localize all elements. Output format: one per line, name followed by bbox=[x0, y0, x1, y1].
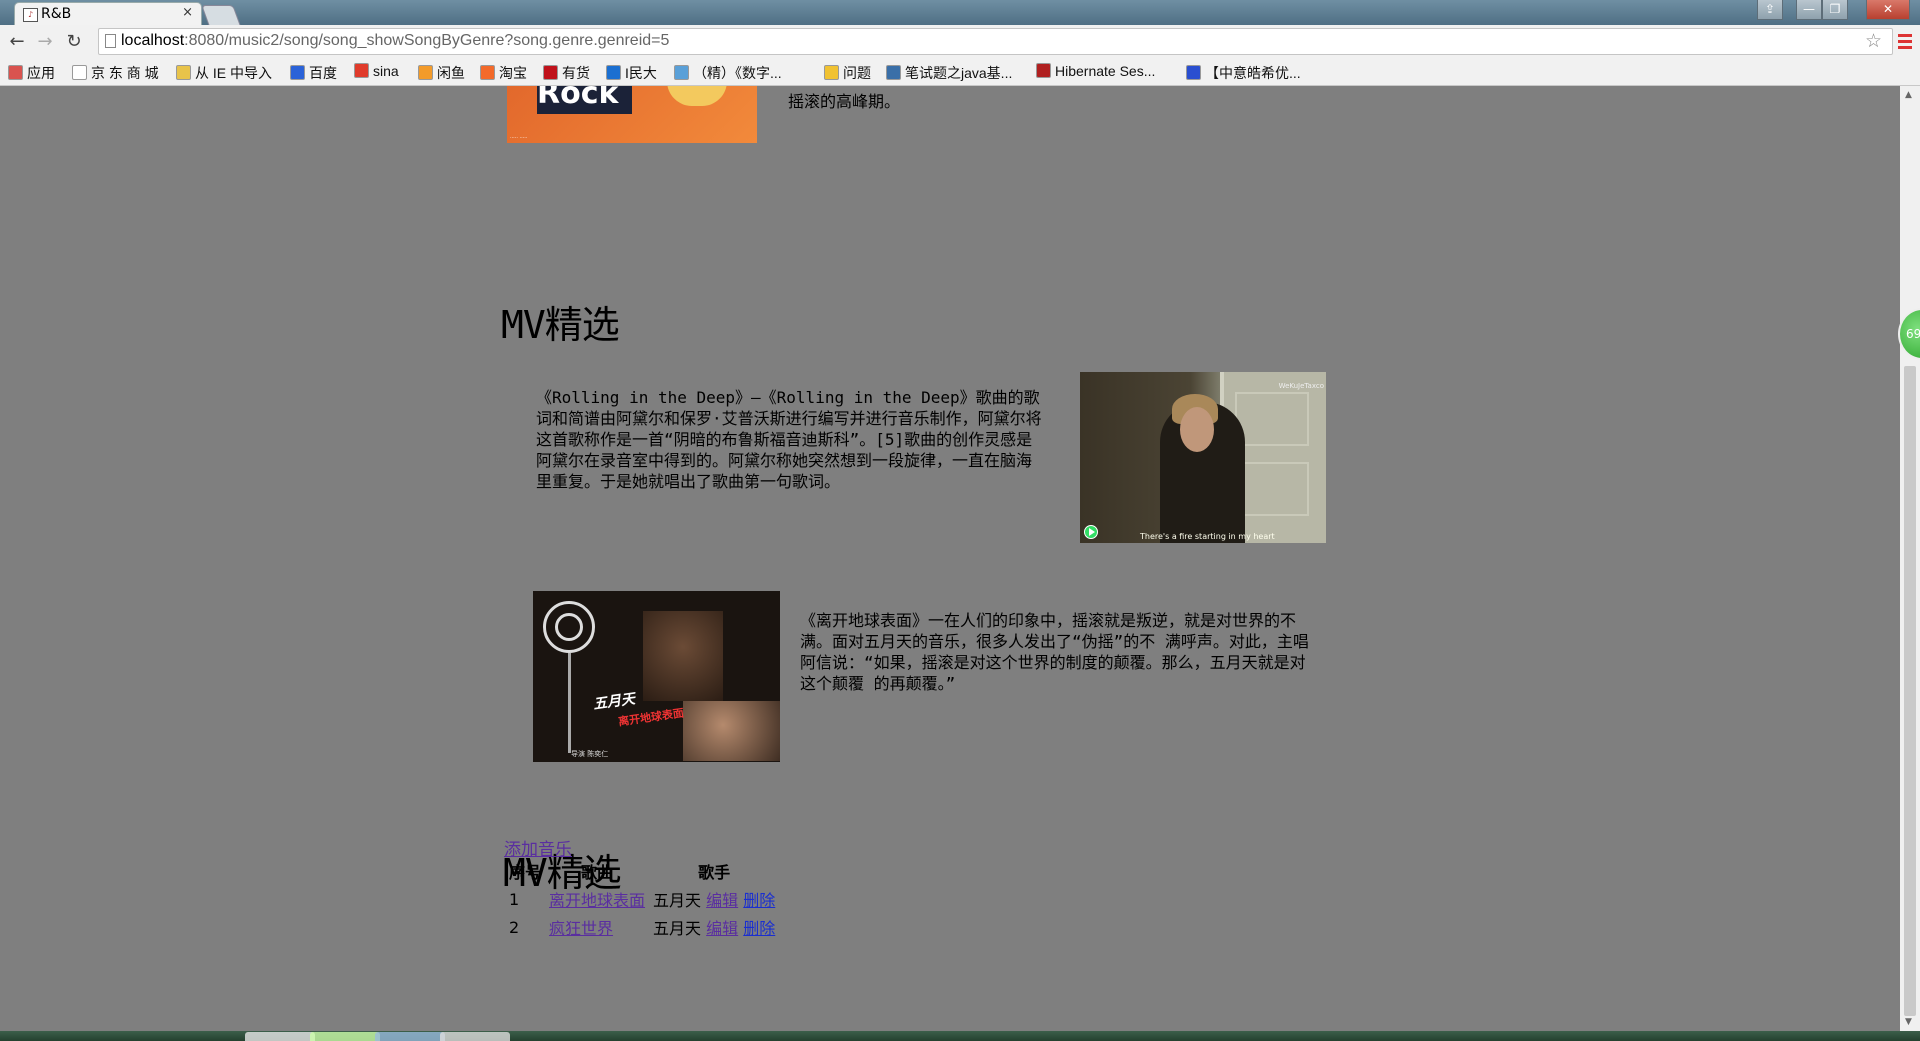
reload-icon[interactable]: ↻ bbox=[63, 31, 85, 53]
bookmark-star-icon[interactable]: ☆ bbox=[1865, 30, 1882, 52]
tab-title: R&B bbox=[41, 6, 72, 22]
bookmark-item[interactable]: 问题 bbox=[824, 63, 871, 83]
os-taskbar bbox=[0, 1031, 1920, 1041]
bookmark-item[interactable]: Hibernate Ses... bbox=[1036, 63, 1155, 79]
delete-link[interactable]: 删除 bbox=[743, 891, 775, 910]
xianyu-icon bbox=[418, 65, 433, 80]
bookmark-item[interactable]: 应用 bbox=[8, 63, 55, 83]
apps-icon bbox=[8, 65, 23, 80]
back-arrow-icon[interactable]: ← bbox=[6, 31, 28, 53]
bookmark-label: 京 东 商 城 bbox=[91, 65, 159, 81]
folder-icon bbox=[176, 65, 191, 80]
bookmark-item[interactable]: I民大 bbox=[606, 63, 657, 83]
bookmark-item[interactable]: sina bbox=[354, 63, 399, 79]
table-row: 1 离开地球表面 五月天 编辑 删除 bbox=[506, 886, 778, 912]
bookmarks-bar: 应用 京 东 商 城 从 IE 中导入 百度 sina 闲鱼 淘宝 有货 I民大 （精）《数字..… bbox=[0, 59, 1920, 86]
tab-rnb[interactable]: ♪ R&B × bbox=[14, 2, 202, 25]
rock-poster-image: Rock ····· ····· bbox=[507, 86, 757, 143]
bookmark-item[interactable]: 笔试题之java基... bbox=[886, 63, 1012, 83]
bookmark-label: 应用 bbox=[27, 65, 55, 81]
section-title-mv: MV精选 bbox=[501, 303, 620, 347]
info-icon bbox=[606, 65, 621, 80]
forward-arrow-icon[interactable]: → bbox=[34, 31, 56, 53]
play-icon[interactable] bbox=[1084, 525, 1098, 539]
bookmark-item[interactable]: 有货 bbox=[543, 63, 590, 83]
bookmark-label: 【中意皓希优... bbox=[1205, 65, 1301, 81]
col-header-song: 歌曲 bbox=[581, 863, 614, 882]
window-titlebar: ♪ R&B × ⇪ — ❐ ✕ bbox=[0, 0, 1920, 26]
col-header-no: 序号 bbox=[509, 863, 542, 882]
row-no: 2 bbox=[509, 917, 520, 937]
table-row: 2 疯狂世界 五月天 编辑 删除 bbox=[506, 914, 778, 940]
bookmark-label: sina bbox=[373, 63, 399, 79]
bookmark-label: 有货 bbox=[562, 65, 590, 81]
url-text: localhost:8080/music2/song/song_showSong… bbox=[121, 32, 670, 49]
song-link[interactable]: 离开地球表面 bbox=[549, 891, 645, 910]
page-content: Rock ····· ····· 摇滚的高峰期。 MV精选 《Rolling i… bbox=[0, 86, 1900, 1031]
song-link[interactable]: 疯狂世界 bbox=[549, 919, 613, 938]
new-tab-button[interactable] bbox=[201, 5, 241, 26]
scroll-up-icon[interactable]: ▲ bbox=[1905, 90, 1912, 100]
hibernate-icon bbox=[1036, 63, 1051, 78]
baidu-icon bbox=[290, 65, 305, 80]
delete-link[interactable]: 删除 bbox=[743, 919, 775, 938]
question-icon bbox=[824, 65, 839, 80]
singer-name: 五月天 bbox=[653, 919, 702, 938]
page-icon bbox=[105, 34, 116, 48]
bookmark-label: （精）《数字... bbox=[693, 65, 782, 81]
scrollbar-thumb[interactable] bbox=[1904, 366, 1916, 1016]
bookmark-label: I民大 bbox=[625, 65, 657, 81]
bookmark-item[interactable]: 闲鱼 bbox=[418, 63, 465, 83]
yohobuy-icon bbox=[543, 65, 558, 80]
mv1-description: 《Rolling in the Deep》—《Rolling in the De… bbox=[536, 388, 1042, 491]
minimize-button[interactable]: — bbox=[1796, 0, 1822, 20]
bookmark-label: 从 IE 中导入 bbox=[195, 65, 273, 81]
weibo-icon bbox=[354, 63, 369, 78]
address-bar[interactable]: localhost:8080/music2/song/song_showSong… bbox=[98, 28, 1893, 55]
paw-icon bbox=[1186, 65, 1201, 80]
bookmark-item[interactable]: （精）《数字... bbox=[674, 63, 782, 83]
song-table: 序号 歌曲 歌手 1 离开地球表面 五月天 编辑 删除 2 疯狂世界 五月天 编… bbox=[504, 856, 780, 942]
bookmark-item[interactable]: 从 IE 中导入 bbox=[176, 63, 272, 83]
page-favicon-icon: ♪ bbox=[23, 8, 38, 22]
maximize-button[interactable]: ❐ bbox=[1822, 0, 1848, 20]
doc-icon bbox=[674, 65, 689, 80]
edit-link[interactable]: 编辑 bbox=[706, 919, 738, 938]
browser-menu-icon[interactable] bbox=[1898, 31, 1912, 53]
bookmark-item[interactable]: 京 东 商 城 bbox=[72, 63, 159, 83]
rock-description: 摇滚的高峰期。 bbox=[788, 92, 901, 111]
edit-link[interactable]: 编辑 bbox=[706, 891, 738, 910]
bookmark-item[interactable]: 百度 bbox=[290, 63, 337, 83]
vertical-scrollbar[interactable]: ▲ ▼ bbox=[1900, 86, 1920, 1031]
singer-name: 五月天 bbox=[653, 891, 702, 910]
compass-icon bbox=[886, 65, 901, 80]
bookmark-label: 闲鱼 bbox=[437, 65, 465, 81]
tab-close-icon[interactable]: × bbox=[182, 5, 193, 20]
mv2-description: 《离开地球表面》一在人们的印象中，摇滚就是叛逆，就是对世界的不满。面对五月天的音… bbox=[800, 611, 1309, 693]
scroll-down-icon[interactable]: ▼ bbox=[1905, 1017, 1912, 1027]
col-header-singer: 歌手 bbox=[698, 863, 731, 882]
bookmark-label: 百度 bbox=[309, 65, 337, 81]
user-icon[interactable]: ⇪ bbox=[1757, 0, 1783, 20]
bookmark-label: 问题 bbox=[843, 65, 871, 81]
row-no: 1 bbox=[509, 889, 520, 909]
bookmark-label: 淘宝 bbox=[499, 65, 527, 81]
browser-toolbar: ← → ↻ localhost:8080/music2/song/song_sh… bbox=[0, 25, 1920, 60]
mv2-video-thumbnail[interactable]: 五月天 离开地球表面 导演 陈奕仁 bbox=[533, 591, 780, 762]
bookmark-item[interactable]: 淘宝 bbox=[480, 63, 527, 83]
bookmark-label: 笔试题之java基... bbox=[905, 65, 1013, 81]
table-header-row: 序号 歌曲 歌手 bbox=[506, 858, 778, 884]
close-window-button[interactable]: ✕ bbox=[1866, 0, 1910, 20]
bookmark-label: Hibernate Ses... bbox=[1055, 63, 1156, 79]
bookmark-item[interactable]: 【中意皓希优... bbox=[1186, 63, 1301, 83]
page-icon bbox=[72, 65, 87, 80]
mv1-video-thumbnail[interactable]: WeKuJeTaxco There's a fire starting in m… bbox=[1080, 372, 1326, 543]
taobao-icon bbox=[480, 65, 495, 80]
